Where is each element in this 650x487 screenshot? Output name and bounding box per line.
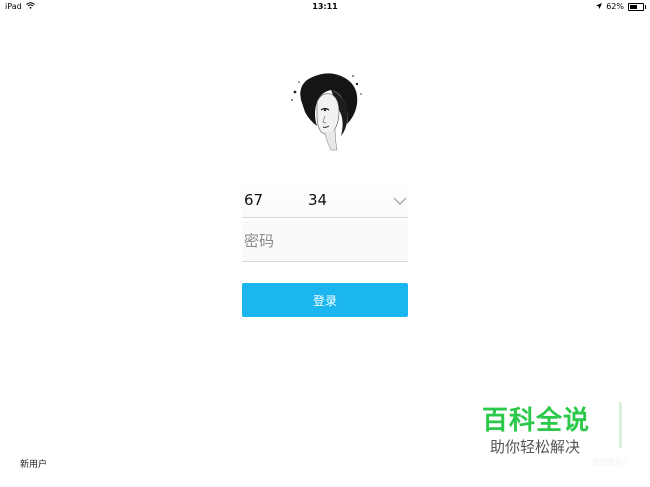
battery-icon: [628, 3, 646, 11]
login-button[interactable]: 登录: [242, 283, 408, 317]
battery-fill: [630, 5, 638, 9]
watermark: 百科全说 助你轻松解决: [462, 396, 628, 466]
password-field-row: [242, 221, 408, 262]
status-time: 13:11: [312, 2, 338, 11]
status-bar: iPad 13:11 62%: [0, 0, 650, 14]
watermark-bar: [619, 402, 622, 448]
status-right: 62%: [596, 0, 646, 14]
account-field[interactable]: 67 34: [242, 179, 408, 218]
password-input[interactable]: [242, 221, 408, 261]
battery-percent: 62%: [606, 2, 624, 11]
watermark-title: 百科全说: [482, 406, 591, 436]
chevron-down-icon[interactable]: [392, 192, 408, 205]
account-suffix: 34: [308, 191, 328, 209]
avatar: [287, 70, 365, 152]
new-user-link[interactable]: 新用户: [20, 457, 47, 470]
watermark-subtitle: 助你轻松解决: [490, 438, 581, 456]
account-prefix: 67: [244, 191, 264, 209]
location-arrow-icon: [596, 0, 603, 14]
